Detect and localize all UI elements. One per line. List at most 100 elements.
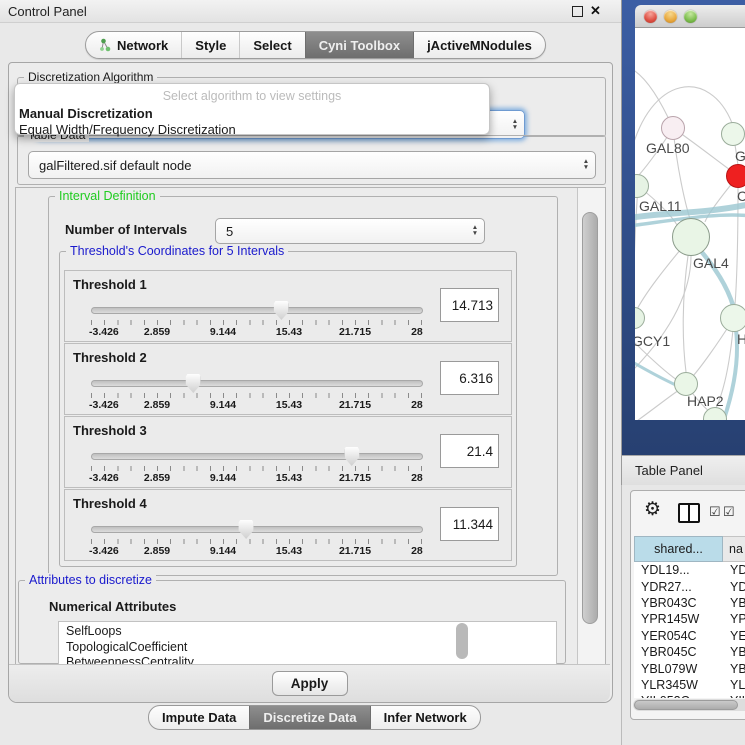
apply-bar: Apply bbox=[9, 664, 610, 702]
threshold-label: Threshold 4 bbox=[73, 496, 147, 511]
number-of-intervals-select[interactable]: 5 ▲▼ bbox=[215, 218, 485, 244]
network-window-titlebar[interactable] bbox=[635, 5, 745, 28]
slider-ticks bbox=[91, 393, 422, 398]
close-traffic-light-icon[interactable] bbox=[644, 10, 657, 23]
slider-thumb-icon[interactable] bbox=[239, 520, 254, 539]
tick-label: 9.144 bbox=[210, 472, 236, 484]
number-of-intervals-label: Number of Intervals bbox=[65, 222, 187, 237]
node-label: GAL4 bbox=[693, 255, 729, 271]
network-graph-icon bbox=[99, 38, 112, 52]
tab-label: Cyni Toolbox bbox=[319, 38, 400, 53]
column-header-2[interactable]: na bbox=[723, 536, 745, 562]
tick-label: 9.144 bbox=[210, 399, 236, 411]
horizontal-scrollbar[interactable] bbox=[633, 699, 745, 711]
dropdown-option-equal-width-frequency[interactable]: Equal Width/Frequency Discretization bbox=[19, 122, 489, 137]
threshold-row-4: Threshold 4 -3.4262.8599.14415.4321.7152… bbox=[64, 489, 512, 561]
slider-track[interactable] bbox=[91, 526, 423, 533]
control-panel-titlebar: Control Panel ✕ bbox=[0, 0, 621, 23]
table-cell: YBR045C bbox=[634, 645, 723, 659]
threshold-value-field[interactable]: 6.316 bbox=[440, 361, 499, 395]
table-data-select[interactable]: galFiltered.sif default node ▲▼ bbox=[28, 151, 596, 179]
tab-cyni-toolbox[interactable]: Cyni Toolbox bbox=[305, 32, 413, 58]
table-row[interactable]: YBR043CYBR0 bbox=[634, 595, 745, 611]
slider-track[interactable] bbox=[91, 453, 423, 460]
threshold-slider[interactable]: -3.4262.8599.14415.4321.71528 bbox=[91, 453, 421, 483]
numerical-attributes-list[interactable]: SelfLoopsTopologicalCoefficientBetweenne… bbox=[58, 621, 557, 665]
apply-button[interactable]: Apply bbox=[272, 671, 348, 696]
slider-thumb-icon[interactable] bbox=[186, 374, 201, 393]
network-node-gal80[interactable] bbox=[661, 116, 685, 140]
network-canvas[interactable]: GAL80GACGAL11GAL4GCY1HHAP2 bbox=[635, 28, 745, 420]
table-cell: YBR043C bbox=[634, 596, 723, 610]
tab-style[interactable]: Style bbox=[181, 32, 239, 58]
tab-infer-network[interactable]: Infer Network bbox=[370, 706, 480, 729]
split-table-icon[interactable] bbox=[678, 503, 700, 523]
slider-thumb-icon[interactable] bbox=[344, 447, 359, 466]
interval-definition-group: Interval Definition Number of Intervals … bbox=[48, 196, 558, 576]
table-cell: YBR0 bbox=[723, 645, 745, 659]
tab-select[interactable]: Select bbox=[239, 32, 304, 58]
tab-label: Discretize Data bbox=[263, 710, 356, 725]
slider-tick-labels: -3.4262.8599.14415.4321.71528 bbox=[91, 545, 421, 557]
threshold-value-field[interactable]: 21.4 bbox=[440, 434, 499, 468]
minimize-traffic-light-icon[interactable] bbox=[664, 10, 677, 23]
table-data-group: Table Data galFiltered.sif default node … bbox=[17, 135, 606, 185]
threshold-slider[interactable]: -3.4262.8599.14415.4321.71528 bbox=[91, 380, 421, 410]
table-cell: YDL19... bbox=[634, 563, 723, 577]
network-node-h[interactable] bbox=[720, 304, 745, 332]
float-window-icon[interactable] bbox=[572, 6, 583, 17]
table-row[interactable]: YBL079WYBL0 bbox=[634, 660, 745, 676]
slider-thumb-icon[interactable] bbox=[274, 301, 289, 320]
close-icon[interactable]: ✕ bbox=[590, 3, 601, 19]
checkbox-icon[interactable]: ☑ bbox=[723, 504, 735, 520]
vertical-scrollbar-thumb[interactable] bbox=[582, 212, 598, 624]
network-node-gal4[interactable] bbox=[672, 218, 710, 256]
tick-label: 21.715 bbox=[339, 326, 371, 338]
threshold-label: Threshold 1 bbox=[73, 277, 147, 292]
tab-impute-data[interactable]: Impute Data bbox=[149, 706, 249, 729]
threshold-value-field[interactable]: 14.713 bbox=[440, 288, 499, 322]
table-cell: YPR145W bbox=[634, 612, 723, 626]
threshold-slider[interactable]: -3.4262.8599.14415.4321.71528 bbox=[91, 307, 421, 337]
tab-network[interactable]: Network bbox=[86, 32, 181, 58]
table-row[interactable]: YBR045CYBR0 bbox=[634, 644, 745, 660]
dropdown-option-manual-discretization[interactable]: Manual Discretization bbox=[19, 106, 489, 121]
tab-jactivemnodules[interactable]: jActiveMNodules bbox=[413, 32, 545, 58]
tick-label: 21.715 bbox=[339, 545, 371, 557]
attribute-item-topologicalcoefficient[interactable]: TopologicalCoefficient bbox=[66, 640, 556, 656]
horizontal-scrollbar-thumb[interactable] bbox=[634, 700, 738, 710]
table-panel-title: Table Panel bbox=[635, 463, 703, 478]
slider-track[interactable] bbox=[91, 380, 423, 387]
cyni-bottom-tabs: Impute Data Discretize Data Infer Network bbox=[148, 705, 481, 730]
network-node-ga[interactable] bbox=[721, 122, 745, 146]
slider-ticks bbox=[91, 539, 422, 544]
column-header-1[interactable]: shared... bbox=[634, 536, 723, 562]
attribute-item-selfloops[interactable]: SelfLoops bbox=[66, 624, 556, 640]
tab-label: Impute Data bbox=[162, 710, 236, 725]
table-row[interactable]: YLR345WYLR3 bbox=[634, 677, 745, 693]
threshold-value-field[interactable]: 11.344 bbox=[440, 507, 499, 541]
attributes-scrollbar[interactable] bbox=[456, 623, 468, 659]
vertical-scrollbar[interactable] bbox=[577, 188, 605, 665]
table-row[interactable]: YPR145WYPR1 bbox=[634, 611, 745, 627]
table-cell: YPR1 bbox=[723, 612, 745, 626]
network-node-c[interactable] bbox=[726, 164, 745, 188]
tick-label: 28 bbox=[411, 545, 423, 557]
table-row[interactable]: YIL052CYIL0 bbox=[634, 693, 745, 698]
zoom-traffic-light-icon[interactable] bbox=[684, 10, 697, 23]
tick-label: -3.426 bbox=[89, 472, 119, 484]
table-row[interactable]: YDL19...YDL1 bbox=[634, 562, 745, 578]
tick-label: 15.43 bbox=[276, 399, 302, 411]
table-row[interactable]: YDR27...YDR2 bbox=[634, 578, 745, 594]
gear-icon[interactable]: ⚙ bbox=[644, 498, 661, 521]
slider-track[interactable] bbox=[91, 307, 423, 314]
threshold-slider[interactable]: -3.4262.8599.14415.4321.71528 bbox=[91, 526, 421, 556]
tick-label: 21.715 bbox=[339, 472, 371, 484]
checkbox-icon[interactable]: ☑ bbox=[709, 504, 721, 520]
tab-label: Select bbox=[253, 38, 291, 53]
table-row[interactable]: YER054CYER0 bbox=[634, 628, 745, 644]
tab-discretize-data[interactable]: Discretize Data bbox=[249, 706, 369, 729]
slider-ticks bbox=[91, 466, 422, 471]
tick-label: 21.715 bbox=[339, 399, 371, 411]
algorithm-dropdown-popup: Select algorithm to view settings Manual… bbox=[14, 83, 490, 135]
